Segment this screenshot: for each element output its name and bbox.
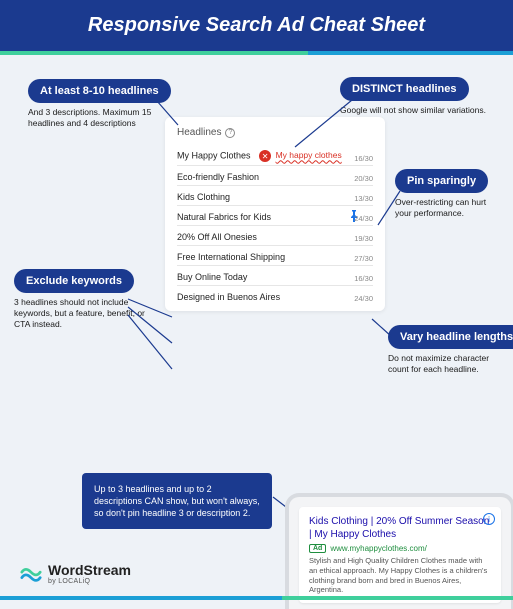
ad-title: Kids Clothing | 20% Off Summer Season | … <box>309 515 491 541</box>
brand-name: WordStream <box>48 562 131 578</box>
headline-row[interactable]: Buy Online Today 16/30 <box>177 266 373 286</box>
footer-logo: WordStream by LOCALiQ <box>20 562 131 585</box>
brand-sub: by LOCALiQ <box>48 578 131 585</box>
header: Responsive Search Ad Cheat Sheet <box>0 0 513 51</box>
char-count: 13/30 <box>354 194 373 203</box>
headline-row[interactable]: Kids Clothing 13/30 <box>177 186 373 206</box>
info-icon[interactable]: i <box>483 513 495 525</box>
callout-text: And 3 descriptions. Maximum 15 headlines… <box>28 107 173 129</box>
headline-row[interactable]: 20% Off All Onesies 19/30 <box>177 226 373 246</box>
char-count: 24/30 <box>354 214 373 223</box>
pill-exclude: Exclude keywords <box>14 269 134 293</box>
char-count: 16/30 <box>354 154 373 163</box>
error-text: My happy clothes <box>276 150 342 160</box>
error-icon: ✕ <box>259 150 271 162</box>
headline-label: 20% Off All Onesies <box>177 232 257 242</box>
ad-card[interactable]: i Kids Clothing | 20% Off Summer Season … <box>299 507 501 603</box>
headline-row[interactable]: My Happy Clothes ✕ My happy clothes 16/3… <box>177 144 373 166</box>
callout-distinct: DISTINCT headlines Google will not show … <box>340 77 486 116</box>
ad-desc: Stylish and High Quality Children Clothe… <box>309 556 491 595</box>
note-box: Up to 3 headlines and up to 2 descriptio… <box>82 473 272 529</box>
callout-text: Over-restricting can hurt your performan… <box>395 197 505 219</box>
ad-badge: Ad <box>309 544 326 553</box>
callout-exclude: Exclude keywords 3 headlines should not … <box>14 269 149 330</box>
headline-label: Eco-friendly Fashion <box>177 172 259 182</box>
wordstream-logo-icon <box>20 563 42 585</box>
ad-preview: i Kids Clothing | 20% Off Summer Season … <box>285 493 513 609</box>
logo-text-block: WordStream by LOCALiQ <box>48 562 131 585</box>
pill-pin: Pin sparingly <box>395 169 488 193</box>
note-text: Up to 3 headlines and up to 2 descriptio… <box>94 484 260 518</box>
headline-label: Buy Online Today <box>177 272 247 282</box>
help-icon[interactable]: ? <box>225 128 235 138</box>
char-count: 20/30 <box>354 174 373 183</box>
page-title: Responsive Search Ad Cheat Sheet <box>0 14 513 37</box>
footer-stripe <box>0 596 513 600</box>
pill-distinct: DISTINCT headlines <box>340 77 469 101</box>
ad-url: www.myhappyclothes.com/ <box>330 544 426 553</box>
ad-url-row: Ad www.myhappyclothes.com/ <box>309 544 491 553</box>
panel-title-text: Headlines <box>177 127 221 138</box>
canvas: At least 8-10 headlines And 3 descriptio… <box>0 55 513 599</box>
pill-vary: Vary headline lengths <box>388 325 513 349</box>
panel-title: Headlines ? <box>177 127 373 138</box>
char-count: 19/30 <box>354 234 373 243</box>
char-count: 24/30 <box>354 294 373 303</box>
headline-label: Kids Clothing <box>177 192 230 202</box>
callout-text: Google will not show similar variations. <box>340 105 486 116</box>
headline-row[interactable]: Natural Fabrics for Kids 24/30 <box>177 206 373 226</box>
char-count: 16/30 <box>354 274 373 283</box>
callout-text: 3 headlines should not include keywords,… <box>14 297 149 330</box>
callout-vary: Vary headline lengths Do not maximize ch… <box>388 325 508 375</box>
headline-label: Free International Shipping <box>177 252 285 262</box>
headline-label: Designed in Buenos Aires <box>177 292 280 302</box>
headline-row[interactable]: Designed in Buenos Aires 24/30 <box>177 286 373 305</box>
char-count: 27/30 <box>354 254 373 263</box>
pill-headlines-count: At least 8-10 headlines <box>28 79 171 103</box>
headline-row[interactable]: Free International Shipping 27/30 <box>177 246 373 266</box>
callout-text: Do not maximize character count for each… <box>388 353 508 375</box>
headlines-panel: Headlines ? My Happy Clothes ✕ My happy … <box>165 117 385 311</box>
headline-label: Natural Fabrics for Kids <box>177 212 271 222</box>
headline-row[interactable]: Eco-friendly Fashion 20/30 <box>177 166 373 186</box>
callout-pin: Pin sparingly Over-restricting can hurt … <box>395 169 505 219</box>
callout-headlines-count: At least 8-10 headlines And 3 descriptio… <box>28 79 173 129</box>
headline-label: My Happy Clothes <box>177 150 251 160</box>
